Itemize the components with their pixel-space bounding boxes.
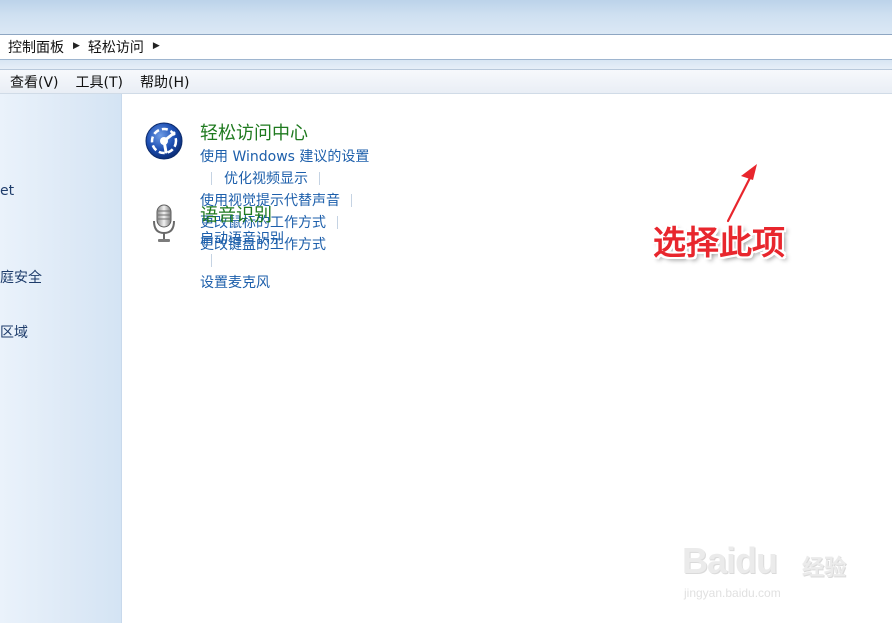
breadcrumb-arrow-icon[interactable]: ▶	[153, 41, 160, 51]
menu-help[interactable]: 帮助(H)	[140, 72, 189, 92]
link-divider	[211, 171, 212, 185]
annotation-label: 选择此项	[653, 223, 785, 262]
sidebar-item-family-safety[interactable]: 庭安全	[0, 267, 42, 287]
link-divider	[319, 171, 320, 185]
link-divider	[337, 215, 338, 229]
section-heading-speech-recognition[interactable]: 语音识别	[200, 201, 272, 227]
breadcrumb-control-panel[interactable]: 控制面板	[8, 37, 64, 57]
sidebar-item-internet[interactable]: et	[0, 183, 14, 199]
sidebar: et 庭安全 区域	[0, 94, 122, 623]
address-bar[interactable]: 控制面板 ▶ 轻松访问 ▶	[0, 34, 892, 60]
menu-view[interactable]: 查看(V)	[10, 72, 59, 92]
menu-bar: 查看(V) 工具(T) 帮助(H)	[0, 69, 892, 94]
link-start-speech-recognition[interactable]: 启动语音识别	[200, 231, 284, 247]
microphone-icon[interactable]	[144, 203, 184, 243]
ease-of-access-icon[interactable]	[144, 121, 184, 161]
window-title-bar	[0, 0, 892, 34]
breadcrumb-ease-of-access[interactable]: 轻松访问	[88, 37, 144, 57]
baidu-watermark: Baidu 经验 jingyan.baidu.com	[682, 540, 852, 610]
watermark-url: jingyan.baidu.com	[684, 586, 781, 600]
menu-tools[interactable]: 工具(T)	[76, 72, 123, 92]
toolbar-gap	[0, 60, 892, 69]
section-heading-ease-of-access-center[interactable]: 轻松访问中心	[200, 119, 308, 145]
section-links: 启动语音识别设置麦克风	[200, 228, 284, 294]
watermark-brand: Baidu	[682, 540, 778, 581]
breadcrumb-arrow-icon[interactable]: ▶	[73, 41, 80, 51]
link-use-windows-recommended-settings[interactable]: 使用 Windows 建议的设置	[200, 149, 369, 165]
link-set-up-microphone[interactable]: 设置麦克风	[200, 275, 270, 291]
link-optimize-video-display[interactable]: 优化视频显示	[224, 171, 308, 187]
link-divider	[351, 193, 352, 207]
sidebar-item-region[interactable]: 区域	[0, 322, 28, 342]
link-divider	[211, 253, 212, 267]
watermark-suffix: 经验	[802, 556, 847, 581]
